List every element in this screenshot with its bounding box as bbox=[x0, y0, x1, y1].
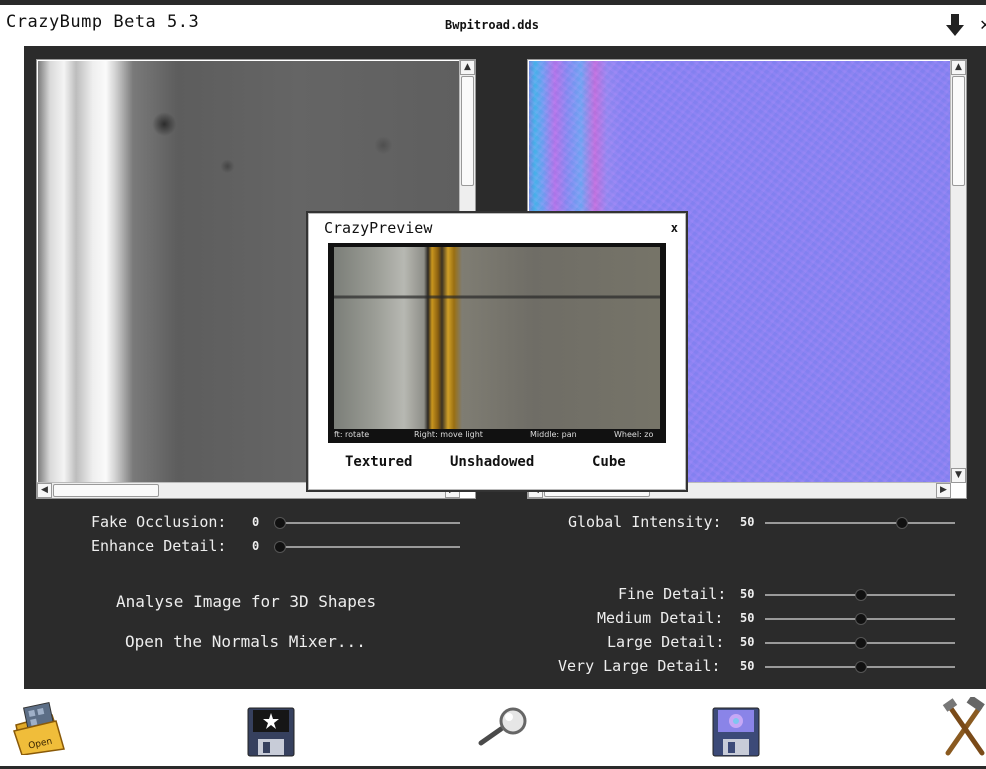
very-large-detail-value: 50 bbox=[740, 659, 755, 673]
textured-button[interactable]: Textured bbox=[345, 454, 412, 470]
large-detail-value: 50 bbox=[740, 635, 755, 649]
tools-icon[interactable] bbox=[942, 695, 986, 757]
slider-knob[interactable] bbox=[855, 637, 867, 649]
fine-detail-label: Fine Detail: bbox=[618, 585, 727, 603]
open-folder-icon[interactable]: Open bbox=[12, 699, 66, 756]
slider-knob[interactable] bbox=[896, 517, 908, 529]
scroll-up-icon[interactable]: ▲ bbox=[460, 60, 475, 75]
slider-knob[interactable] bbox=[855, 589, 867, 601]
very-large-detail-label: Very Large Detail: bbox=[558, 657, 721, 675]
preview-title: CrazyPreview bbox=[324, 219, 433, 237]
analyse-3d-shapes-link[interactable]: Analyse Image for 3D Shapes bbox=[116, 592, 376, 611]
hint-wheel: Wheel: zo bbox=[614, 430, 654, 439]
scroll-thumb[interactable] bbox=[53, 484, 159, 497]
enhance-detail-value: 0 bbox=[252, 539, 260, 553]
window-close-icon[interactable]: ✕ bbox=[980, 14, 986, 35]
scroll-down-icon[interactable]: ▼ bbox=[951, 468, 966, 483]
file-name: Bwpitroad.dds bbox=[445, 18, 539, 32]
cube-button[interactable]: Cube bbox=[592, 454, 626, 470]
preview-3d-image[interactable] bbox=[334, 247, 660, 429]
crazy-preview-dialog[interactable]: CrazyPreview x ft: rotate Right: move li… bbox=[306, 211, 688, 492]
medium-detail-value: 50 bbox=[740, 611, 755, 625]
slider-knob[interactable] bbox=[274, 541, 286, 553]
medium-detail-label: Medium Detail: bbox=[597, 609, 724, 627]
hint-right: Right: move light bbox=[414, 430, 483, 439]
very-large-detail-slider[interactable] bbox=[765, 661, 955, 673]
global-intensity-value: 50 bbox=[740, 515, 755, 529]
large-detail-label: Large Detail: bbox=[607, 633, 725, 651]
unshadowed-button[interactable]: Unshadowed bbox=[450, 454, 534, 470]
hint-middle: Middle: pan bbox=[530, 430, 577, 439]
large-detail-slider[interactable] bbox=[765, 637, 955, 649]
scroll-right-icon[interactable]: ▶ bbox=[936, 483, 951, 498]
magnifier-icon[interactable] bbox=[475, 707, 531, 749]
fine-detail-value: 50 bbox=[740, 587, 755, 601]
bottom-toolbar: Open bbox=[0, 689, 986, 769]
app-title: CrazyBump Beta 5.3 bbox=[6, 12, 200, 32]
fake-occlusion-slider[interactable] bbox=[274, 517, 460, 529]
scroll-thumb[interactable] bbox=[461, 76, 474, 186]
save-normalmap-icon[interactable] bbox=[712, 707, 760, 757]
normal-map-vscroll[interactable]: ▲ ▼ bbox=[950, 60, 966, 483]
slider-knob[interactable] bbox=[855, 613, 867, 625]
scroll-left-icon[interactable]: ◀ bbox=[37, 483, 52, 498]
fake-occlusion-value: 0 bbox=[252, 515, 260, 529]
preview-viewport[interactable]: ft: rotate Right: move light Middle: pan… bbox=[328, 243, 666, 443]
hint-left: ft: rotate bbox=[334, 430, 370, 439]
save-heightmap-icon[interactable] bbox=[247, 707, 295, 757]
normals-mixer-link[interactable]: Open the Normals Mixer... bbox=[125, 632, 366, 651]
enhance-detail-label: Enhance Detail: bbox=[91, 537, 227, 555]
slider-knob[interactable] bbox=[274, 517, 286, 529]
fine-detail-slider[interactable] bbox=[765, 589, 955, 601]
slider-knob[interactable] bbox=[855, 661, 867, 673]
top-border bbox=[0, 0, 986, 5]
scroll-thumb[interactable] bbox=[952, 76, 965, 186]
preview-hints: ft: rotate Right: move light Middle: pan… bbox=[334, 430, 660, 442]
enhance-detail-slider[interactable] bbox=[274, 541, 460, 553]
fake-occlusion-label: Fake Occlusion: bbox=[91, 513, 227, 531]
preview-close-icon[interactable]: x bbox=[671, 221, 678, 235]
global-intensity-label: Global Intensity: bbox=[568, 513, 722, 531]
global-intensity-slider[interactable] bbox=[765, 517, 955, 529]
scroll-up-icon[interactable]: ▲ bbox=[951, 60, 966, 75]
medium-detail-slider[interactable] bbox=[765, 613, 955, 625]
download-arrow-icon[interactable] bbox=[944, 12, 966, 38]
